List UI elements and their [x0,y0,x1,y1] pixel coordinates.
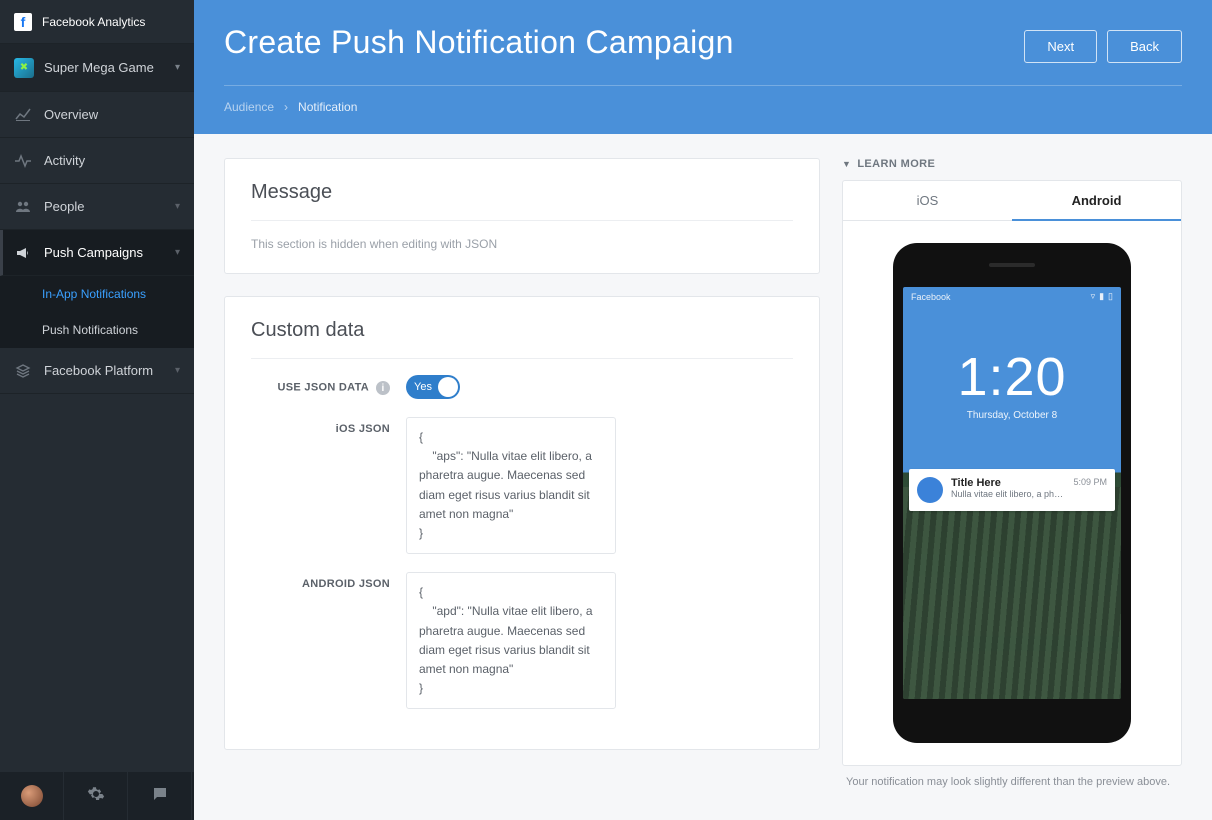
pulse-icon [14,152,32,170]
chevron-down-icon: ▾ [175,247,180,258]
main-content: Message This section is hidden when edit… [194,134,1212,820]
sidebar-item-label: Facebook Platform [44,363,153,378]
tab-ios[interactable]: iOS [843,181,1012,221]
notification-title: Title Here [951,477,1065,489]
toggle-knob-icon [438,377,458,397]
sidebar-item-label: People [44,199,84,214]
app-selector[interactable]: Super Mega Game ▾ [0,44,194,92]
phone-speaker-icon [989,263,1035,267]
chart-line-icon [14,106,32,124]
info-icon[interactable]: i [376,381,390,395]
use-json-toggle[interactable]: Yes [406,375,460,399]
sidebar: f Facebook Analytics Super Mega Game ▾ O… [0,0,194,820]
chevron-down-icon: ▾ [175,365,180,376]
use-json-label: USE JSON DATA [278,382,369,394]
tab-label: Android [1072,193,1122,208]
android-json-label: ANDROID JSON [302,578,390,590]
app-name: Super Mega Game [44,60,154,75]
brand-row: f Facebook Analytics [0,0,194,44]
signal-icon: ▮ [1099,291,1104,302]
lockscreen-time: 1:20 [903,346,1121,408]
chevron-down-icon: ▾ [175,62,180,73]
chevron-right-icon: › [284,100,288,114]
phone-preview: Facebook ▿ ▮ ▯ 1:20 Thursday, October 8 [893,243,1131,743]
people-icon [14,198,32,216]
ios-json-input[interactable]: { "aps": "Nulla vitae elit libero, a pha… [406,417,616,554]
sidebar-item-facebook-platform[interactable]: Facebook Platform ▾ [0,348,194,394]
tab-label: iOS [917,193,939,208]
notification-body: Nulla vitae elit libero, a pharetra augu… [951,489,1065,499]
brand-name: Facebook Analytics [42,15,145,29]
comments-button[interactable] [128,772,192,820]
android-json-input[interactable]: { "apd": "Nulla vitae elit libero, a pha… [406,572,616,709]
subnav-in-app-notifications[interactable]: In-App Notifications [0,276,194,312]
breadcrumb-audience[interactable]: Audience [224,100,274,114]
sidebar-item-overview[interactable]: Overview [0,92,194,138]
statusbar-app: Facebook [911,292,951,302]
custom-data-title: Custom data [251,319,793,342]
message-card: Message This section is hidden when edit… [224,158,820,274]
breadcrumb-notification: Notification [298,100,357,114]
sidebar-item-label: Overview [44,107,98,122]
notification-card: Title Here Nulla vitae elit libero, a ph… [909,469,1115,511]
avatar-icon [21,785,43,807]
sidebar-footer [0,772,194,820]
message-title: Message [251,181,793,204]
sidebar-item-people[interactable]: People ▾ [0,184,194,230]
message-hidden-hint: This section is hidden when editing with… [251,237,793,251]
breadcrumb: Audience › Notification [224,85,1182,114]
sidebar-item-push-campaigns[interactable]: Push Campaigns ▾ [0,230,194,276]
sidebar-item-label: Activity [44,153,85,168]
chat-icon [151,785,169,808]
layers-icon [14,362,32,380]
sidebar-item-label: Push Campaigns [44,245,143,260]
sidebar-item-activity[interactable]: Activity [0,138,194,184]
notification-app-icon [917,477,943,503]
wifi-icon: ▿ [1091,291,1096,302]
learn-more-label: LEARN MORE [857,158,935,170]
next-button[interactable]: Next [1024,30,1097,63]
lockscreen-date: Thursday, October 8 [903,410,1121,421]
app-icon [14,58,34,78]
settings-button[interactable] [64,772,128,820]
push-campaigns-subnav: In-App Notifications Push Notifications [0,276,194,348]
battery-icon: ▯ [1108,291,1113,302]
tab-android[interactable]: Android [1012,181,1181,221]
subnav-label: Push Notifications [42,323,138,337]
toggle-value: Yes [406,381,432,393]
preview-panel: iOS Android Facebook ▿ ▮ ▯ [842,180,1182,766]
notification-time: 5:09 PM [1073,477,1107,503]
preview-footnote: Your notification may look slightly diff… [842,766,1182,792]
caret-down-icon: ▼ [842,159,851,169]
subnav-label: In-App Notifications [42,287,146,301]
learn-more-toggle[interactable]: ▼ LEARN MORE [842,158,1182,170]
megaphone-icon [14,244,32,262]
chevron-down-icon: ▾ [175,201,180,212]
wallpaper-forest [903,487,1121,699]
ios-json-label: iOS JSON [336,423,390,435]
back-button[interactable]: Back [1107,30,1182,63]
custom-data-card: Custom data USE JSON DATA i Yes iOS JSON… [224,296,820,750]
page-header: Create Push Notification Campaign Next B… [194,0,1212,134]
subnav-push-notifications[interactable]: Push Notifications [0,312,194,348]
gear-icon [87,785,105,808]
facebook-logo-icon: f [14,13,32,31]
profile-button[interactable] [0,772,64,820]
